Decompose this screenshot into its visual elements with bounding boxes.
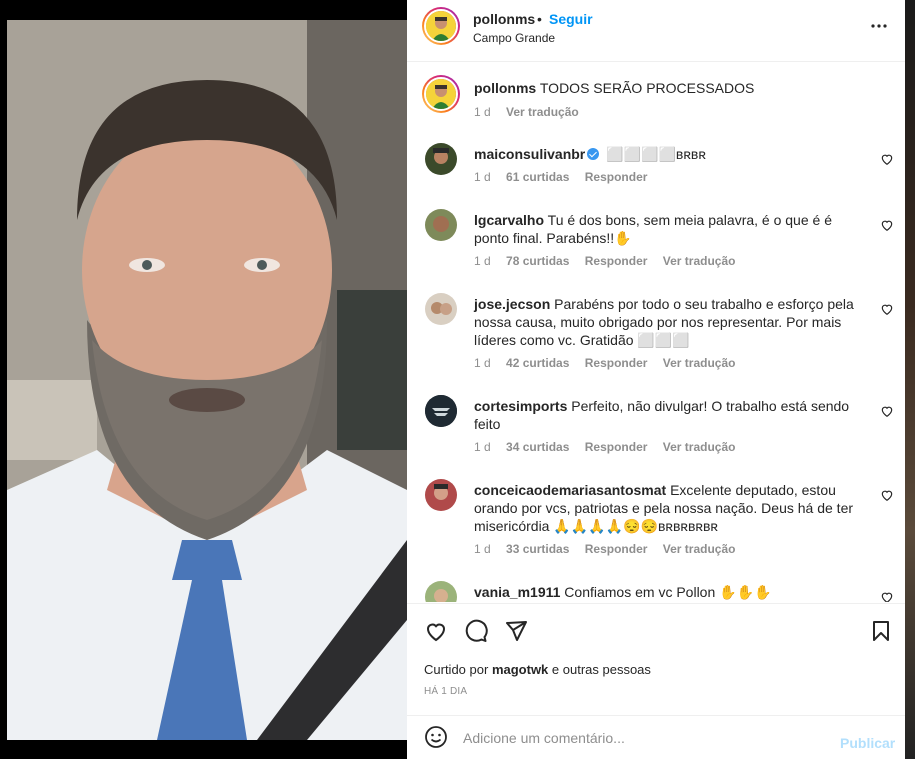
comment-age: 1 d: [474, 542, 491, 556]
caption-age: 1 d: [474, 105, 491, 119]
location-link[interactable]: Campo Grande: [473, 31, 555, 45]
caption-meta: 1 d Ver tradução: [474, 105, 591, 119]
comment-avatar[interactable]: [425, 143, 457, 175]
post-actions: Curtido por magotwk e outras pessoas HÁ …: [407, 603, 905, 715]
verified-icon: [587, 148, 600, 160]
comment-age: 1 d: [474, 356, 491, 370]
reply-button[interactable]: Responder: [585, 254, 648, 268]
comment-username[interactable]: lgcarvalho: [474, 212, 544, 228]
video-frame: [7, 20, 407, 740]
share-icon[interactable]: [504, 619, 528, 643]
comment-username[interactable]: maiconsulivanbr: [474, 146, 585, 162]
translate-link[interactable]: Ver tradução: [663, 356, 736, 370]
caption-text: TODOS SERÃO PROCESSADOS: [539, 80, 755, 96]
comment-likes[interactable]: 34 curtidas: [506, 440, 569, 454]
comment-username[interactable]: vania_m1911: [474, 584, 560, 600]
author-avatar[interactable]: [422, 7, 460, 45]
reply-button[interactable]: Responder: [585, 170, 648, 184]
comment-likes[interactable]: 78 curtidas: [506, 254, 569, 268]
comment-text: maiconsulivanbr ⬜⬜⬜⬜ʙʀʙʀ: [474, 145, 869, 163]
post-timestamp[interactable]: HÁ 1 DIA: [424, 686, 467, 697]
comment-meta: 1 d 61 curtidas Responder: [474, 170, 659, 184]
liked-by-prefix: Curtido por: [424, 662, 489, 677]
comment-avatar[interactable]: [425, 479, 457, 511]
post-comment-button[interactable]: Publicar: [840, 735, 895, 751]
comment-body: Confiamos em vc Pollon ✋✋✋: [564, 584, 772, 600]
comment-meta: 1 d 42 curtidas Responder Ver tradução: [474, 356, 747, 370]
comment-avatar[interactable]: [425, 209, 457, 241]
add-comment-bar: Publicar: [407, 715, 905, 759]
comment-avatar[interactable]: [425, 395, 457, 427]
comment-meta: 1 d 78 curtidas Responder Ver tradução: [474, 254, 747, 268]
reply-button[interactable]: Responder: [585, 356, 648, 370]
heart-icon[interactable]: [424, 619, 448, 643]
bookmark-icon[interactable]: [869, 619, 893, 643]
heart-icon[interactable]: [880, 218, 894, 232]
translate-link[interactable]: Ver tradução: [663, 542, 736, 556]
comment-meta: 1 d 34 curtidas Responder Ver tradução: [474, 440, 747, 454]
translate-link[interactable]: Ver tradução: [663, 440, 736, 454]
heart-icon[interactable]: [880, 404, 894, 418]
reply-button[interactable]: Responder: [585, 440, 648, 454]
separator-dot: •: [537, 11, 542, 27]
comment-username[interactable]: jose.jecson: [474, 296, 550, 312]
comment-likes[interactable]: 33 curtidas: [506, 542, 569, 556]
heart-icon[interactable]: [880, 488, 894, 502]
comment-username[interactable]: cortesimports: [474, 398, 567, 414]
heart-icon[interactable]: [880, 590, 894, 602]
author-username[interactable]: pollonms: [473, 11, 535, 27]
caption-username[interactable]: pollonms: [474, 80, 536, 96]
comment-text: jose.jecson Parabéns por todo o seu trab…: [474, 295, 869, 349]
comment-username[interactable]: conceicaodemariasantosmat: [474, 482, 666, 498]
comment-avatar[interactable]: [425, 293, 457, 325]
heart-icon[interactable]: [880, 152, 894, 166]
emoji-icon[interactable]: [424, 725, 448, 749]
comment-age: 1 d: [474, 440, 491, 454]
background-strip-right: [905, 0, 915, 759]
comment-age: 1 d: [474, 170, 491, 184]
comment-likes[interactable]: 42 curtidas: [506, 356, 569, 370]
comment-body: ⬜⬜⬜⬜ʙʀʙʀ: [606, 146, 706, 162]
comment-text: cortesimports Perfeito, não divulgar! O …: [474, 397, 869, 433]
comment-text: conceicaodemariasantosmat Excelente depu…: [474, 481, 869, 535]
background-strip-left: [0, 0, 7, 759]
comment-meta: 1 d 33 curtidas Responder Ver tradução: [474, 542, 747, 556]
comments-scroll[interactable]: pollonms TODOS SERÃO PROCESSADOS 1 d Ver…: [407, 62, 905, 602]
liked-by: Curtido por magotwk e outras pessoas: [424, 662, 651, 677]
comment-icon[interactable]: [464, 619, 488, 643]
translate-link[interactable]: Ver tradução: [663, 254, 736, 268]
caption: pollonms TODOS SERÃO PROCESSADOS: [474, 79, 869, 97]
post-video[interactable]: [7, 20, 407, 740]
post-details-panel: pollonms • Seguir Campo Grande pollonms …: [407, 0, 905, 759]
reply-button[interactable]: Responder: [585, 542, 648, 556]
caption-translate-link[interactable]: Ver tradução: [506, 105, 579, 119]
follow-button[interactable]: Seguir: [549, 11, 593, 27]
comment-age: 1 d: [474, 254, 491, 268]
post-header: pollonms • Seguir Campo Grande: [407, 0, 905, 62]
caption-avatar[interactable]: [422, 75, 460, 113]
liked-by-others[interactable]: e outras pessoas: [552, 662, 651, 677]
comment-text: vania_m1911 Confiamos em vc Pollon ✋✋✋: [474, 583, 869, 601]
more-icon[interactable]: [869, 16, 889, 36]
liked-by-user[interactable]: magotwk: [492, 662, 548, 677]
comment-likes[interactable]: 61 curtidas: [506, 170, 569, 184]
comment-input[interactable]: [463, 726, 833, 750]
comment-text: lgcarvalho Tu é dos bons, sem meia palav…: [474, 211, 869, 247]
comment-avatar[interactable]: [425, 581, 457, 602]
heart-icon[interactable]: [880, 302, 894, 316]
